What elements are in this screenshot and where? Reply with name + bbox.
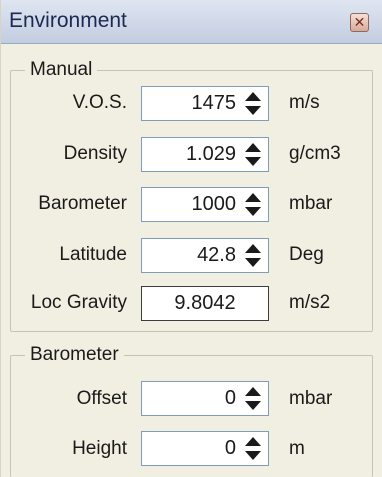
height-spin-arrows[interactable] <box>242 437 264 460</box>
spin-up-icon[interactable] <box>245 387 261 396</box>
height-unit: m <box>289 438 305 459</box>
latitude-spinbox[interactable]: 42.8 <box>141 238 269 273</box>
spin-down-icon[interactable] <box>245 207 261 216</box>
loc-gravity-unit: m/s2 <box>289 292 331 313</box>
latitude-label: Latitude <box>59 244 127 265</box>
spin-up-icon[interactable] <box>245 244 261 253</box>
spin-up-icon[interactable] <box>245 143 261 152</box>
barometer-unit: mbar <box>289 193 333 214</box>
latitude-spin-arrows[interactable] <box>242 244 264 267</box>
latitude-unit: Deg <box>289 244 324 265</box>
vos-label: V.O.S. <box>72 92 127 113</box>
density-spin-arrows[interactable] <box>242 143 264 166</box>
spin-down-icon[interactable] <box>245 401 261 410</box>
vos-unit: m/s <box>289 92 320 113</box>
vos-spin-arrows[interactable] <box>242 92 264 115</box>
density-value[interactable]: 1.029 <box>186 138 236 171</box>
offset-spin-arrows[interactable] <box>242 387 264 410</box>
environment-window: Environment ✕ Manual V.O.S. 1475 m/s Den… <box>0 0 382 477</box>
offset-label: Offset <box>76 388 127 409</box>
close-button[interactable]: ✕ <box>350 13 369 32</box>
vos-spinbox[interactable]: 1475 <box>141 86 269 121</box>
barometer-spinbox[interactable]: 1000 <box>141 187 269 222</box>
density-label: Density <box>63 143 127 164</box>
spin-up-icon[interactable] <box>245 437 261 446</box>
vos-value[interactable]: 1475 <box>192 87 237 120</box>
loc-gravity-label: Loc Gravity <box>30 292 127 313</box>
barometer-group-legend: Barometer <box>25 344 124 366</box>
height-value[interactable]: 0 <box>225 432 236 465</box>
offset-spinbox[interactable]: 0 <box>141 381 269 416</box>
spin-up-icon[interactable] <box>245 92 261 101</box>
close-icon: ✕ <box>353 14 366 30</box>
height-label: Height <box>72 438 127 459</box>
loc-gravity-value: 9.8042 <box>174 292 236 314</box>
title-bar[interactable]: Environment ✕ <box>1 0 382 44</box>
spin-down-icon[interactable] <box>245 157 261 166</box>
manual-group-legend: Manual <box>25 59 98 81</box>
barometer-label: Barometer <box>38 193 127 214</box>
barometer-value[interactable]: 1000 <box>192 188 237 221</box>
height-spinbox[interactable]: 0 <box>141 431 269 466</box>
spin-down-icon[interactable] <box>245 451 261 460</box>
density-spinbox[interactable]: 1.029 <box>141 137 269 172</box>
spin-up-icon[interactable] <box>245 193 261 202</box>
offset-value[interactable]: 0 <box>225 382 236 415</box>
latitude-value[interactable]: 42.8 <box>197 239 236 272</box>
offset-unit: mbar <box>289 388 333 409</box>
window-title: Environment <box>9 9 127 32</box>
spin-down-icon[interactable] <box>245 258 261 267</box>
density-unit: g/cm3 <box>289 143 341 164</box>
spin-down-icon[interactable] <box>245 106 261 115</box>
barometer-spin-arrows[interactable] <box>242 193 264 216</box>
loc-gravity-field: 9.8042 <box>141 286 269 321</box>
